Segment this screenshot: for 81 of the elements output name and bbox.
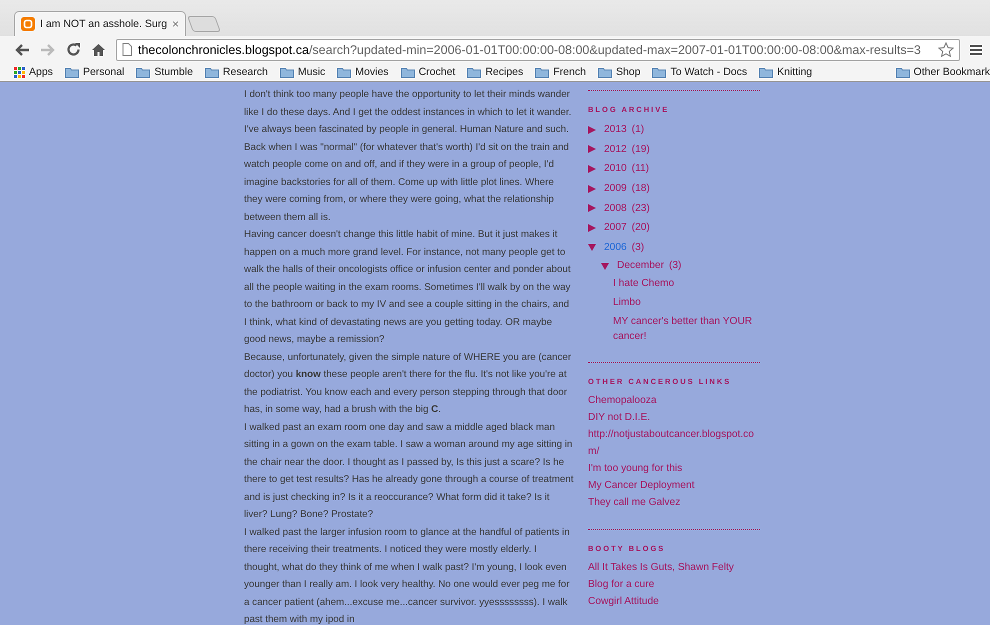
right-triangle-icon[interactable] [588,164,596,173]
bookmark-item[interactable]: Knitting [759,66,812,78]
archive-post-link[interactable]: Limbo [588,295,760,310]
post-count: (3) [669,260,682,272]
bookmark-item[interactable]: Personal [64,66,124,78]
archive-year-link[interactable]: 2008 [604,202,627,214]
folder-icon [535,66,550,78]
reload-icon[interactable] [66,42,81,57]
post-paragraph: I walked past an exam room one day and saw a middle aged black man sitting in a gown on the exam table. I saw a woman around my age sitting in the chair near the door. I thought as I passed by, Is this just a scare? Is he there to get test results? Has he already gone through a course of treatment and is just checking in? Is it a reoccurance? What form did it take? Is it liver? Lung? Bone? Prostate? [244,420,574,522]
folder-icon [598,66,612,78]
folder-icon [467,66,482,78]
archive-year-link[interactable]: 2010 [604,163,627,174]
archive-post-link[interactable]: I hate Chemo [588,276,760,292]
apps-grid-icon [14,66,25,78]
bookmark-item[interactable]: Research [204,66,268,78]
bookmark-item[interactable]: Other Bookmark [896,66,990,78]
post-count: (1) [632,124,644,136]
archive-year-link[interactable]: 2007 [604,222,627,234]
bookmark-item[interactable]: Shop [598,66,640,78]
folder-icon [337,66,352,78]
folder-icon [652,66,666,78]
new-tab-button[interactable] [187,16,221,32]
post-count: (11) [632,163,650,174]
blog-logo-icon [21,17,35,31]
archive-year-link[interactable]: 2012 [604,144,627,155]
archive-post-link[interactable]: MY cancer's better than YOUR cancer! [588,314,760,344]
post-count: (3) [632,242,644,253]
folder-icon [896,66,910,78]
bookmark-item[interactable]: Movies [337,66,389,78]
close-tab-button[interactable]: × [172,17,180,31]
back-icon[interactable] [14,42,30,56]
sidebar-link[interactable]: All It Takes Is Guts, Shawn Felty [588,559,760,576]
home-icon[interactable] [91,42,106,56]
folder-icon [64,66,79,78]
browser-tab[interactable]: I am NOT an asshole. Surg × [14,11,186,36]
post-paragraph: I've always been fascinated by people in general. Human Nature and such. Back when I was "normal" (for whatever that's worth) I'd sit on the train and watch people come on and off, and if they were in a group of people, I'd imagine backstories for all of them. Come up with little plot lines. Where they were coming from, or where they were going, what the relationship between them all is. [244,123,570,224]
bookmark-item[interactable]: Recipes [467,66,524,78]
archive-year-link[interactable]: 2013 [604,124,627,136]
folder-icon [759,66,774,78]
sidebar-link[interactable]: Chemopalooza [588,392,760,410]
folder-icon [400,66,415,78]
sidebar-link[interactable]: I'm too young for this [588,460,760,478]
archive-year-link[interactable]: 2009 [604,183,627,194]
page-icon [122,43,132,56]
right-triangle-icon[interactable] [588,145,596,154]
sidebar-link[interactable]: DIY not D.I.E. [588,409,760,426]
right-triangle-icon[interactable] [588,204,596,212]
post-count: (19) [632,144,650,155]
archive-month-link[interactable]: December [617,260,664,272]
folder-icon [280,66,294,78]
sidebar-link[interactable]: Blog for a cure [588,576,760,594]
bookmark-item[interactable]: Stumble [136,66,193,78]
bookmark-item[interactable]: Music [280,66,326,78]
archive-year-link[interactable]: 2006 [604,242,627,253]
down-triangle-icon[interactable] [588,243,596,252]
post-count: (20) [632,222,650,234]
sidebar-link[interactable]: Cowgirl Attitude [588,593,760,610]
down-triangle-icon[interactable] [601,262,609,270]
folder-icon [204,66,219,78]
star-icon[interactable] [938,42,954,58]
post-paragraph: Because, unfortunately, given the simple nature of WHERE you are (cancer doctor) you know these people aren't there for the flu. It's not like you're at the podiatrist. You know each and every person stepping through that door has, in some way, had a brush with the big C. [244,350,572,417]
post-paragraph: I walked past the larger infusion room to glance at the handful of patients in there receiving their treatments. I noticed they were mostly elderly. I thought, what do they think of me when I walk past? I'm young, I look even younger than I really am. I look very healthy. No one would ever peg me for a cancer patient (ahem...excuse me...cancer survivor. yyessssssss). I walk past them with my ipod in [244,526,571,625]
sidebar-link[interactable]: My Cancer Deployment [588,477,760,494]
tab-title: I am NOT an asshole. Surg [40,18,168,30]
bookmark-item[interactable]: Crochet [400,66,456,78]
post-paragraph: I don't think too many people have the opportunity to let their minds wander like I do these days. And I get the oddest instances in which to let it wander. [244,88,572,120]
bookmark-item[interactable]: Apps [14,66,53,78]
address-bar[interactable]: thecolonchronicles.blogspot.ca/search?updated-min=2006-01-01T00:00:00-08:00&updated-max=2007-01-01T00:00:00-08:00&max-results=3 [116,38,960,60]
post-paragraph: Having cancer doesn't change this little habit of mine. But it just makes it happen on a much more grand level. For instance, not many people get to walk the halls of their oncologists office or infusion center and ponder about all the people waiting in the exam rooms. Sometimes I'll walk by on the way to the bathroom or back to my IV and see a couple sitting in the chairs, and I think, what kind of devastating news are you getting today. OR maybe good news, maybe a remission? [244,228,572,347]
forward-icon[interactable] [40,42,56,56]
right-triangle-icon[interactable] [588,126,596,134]
sidebar-link[interactable]: http://notjustaboutcancer.blogspot.com/ [588,426,760,460]
menu-icon[interactable] [970,44,982,56]
bookmark-item[interactable]: French [535,66,586,78]
right-triangle-icon[interactable] [588,224,596,232]
post-count: (23) [632,202,650,214]
post-count: (18) [632,183,650,194]
bookmark-item[interactable]: To Watch - Docs [652,66,748,78]
sidebar-link[interactable]: They call me Galvez [588,494,760,512]
right-triangle-icon[interactable] [588,184,596,193]
folder-icon [136,66,150,78]
